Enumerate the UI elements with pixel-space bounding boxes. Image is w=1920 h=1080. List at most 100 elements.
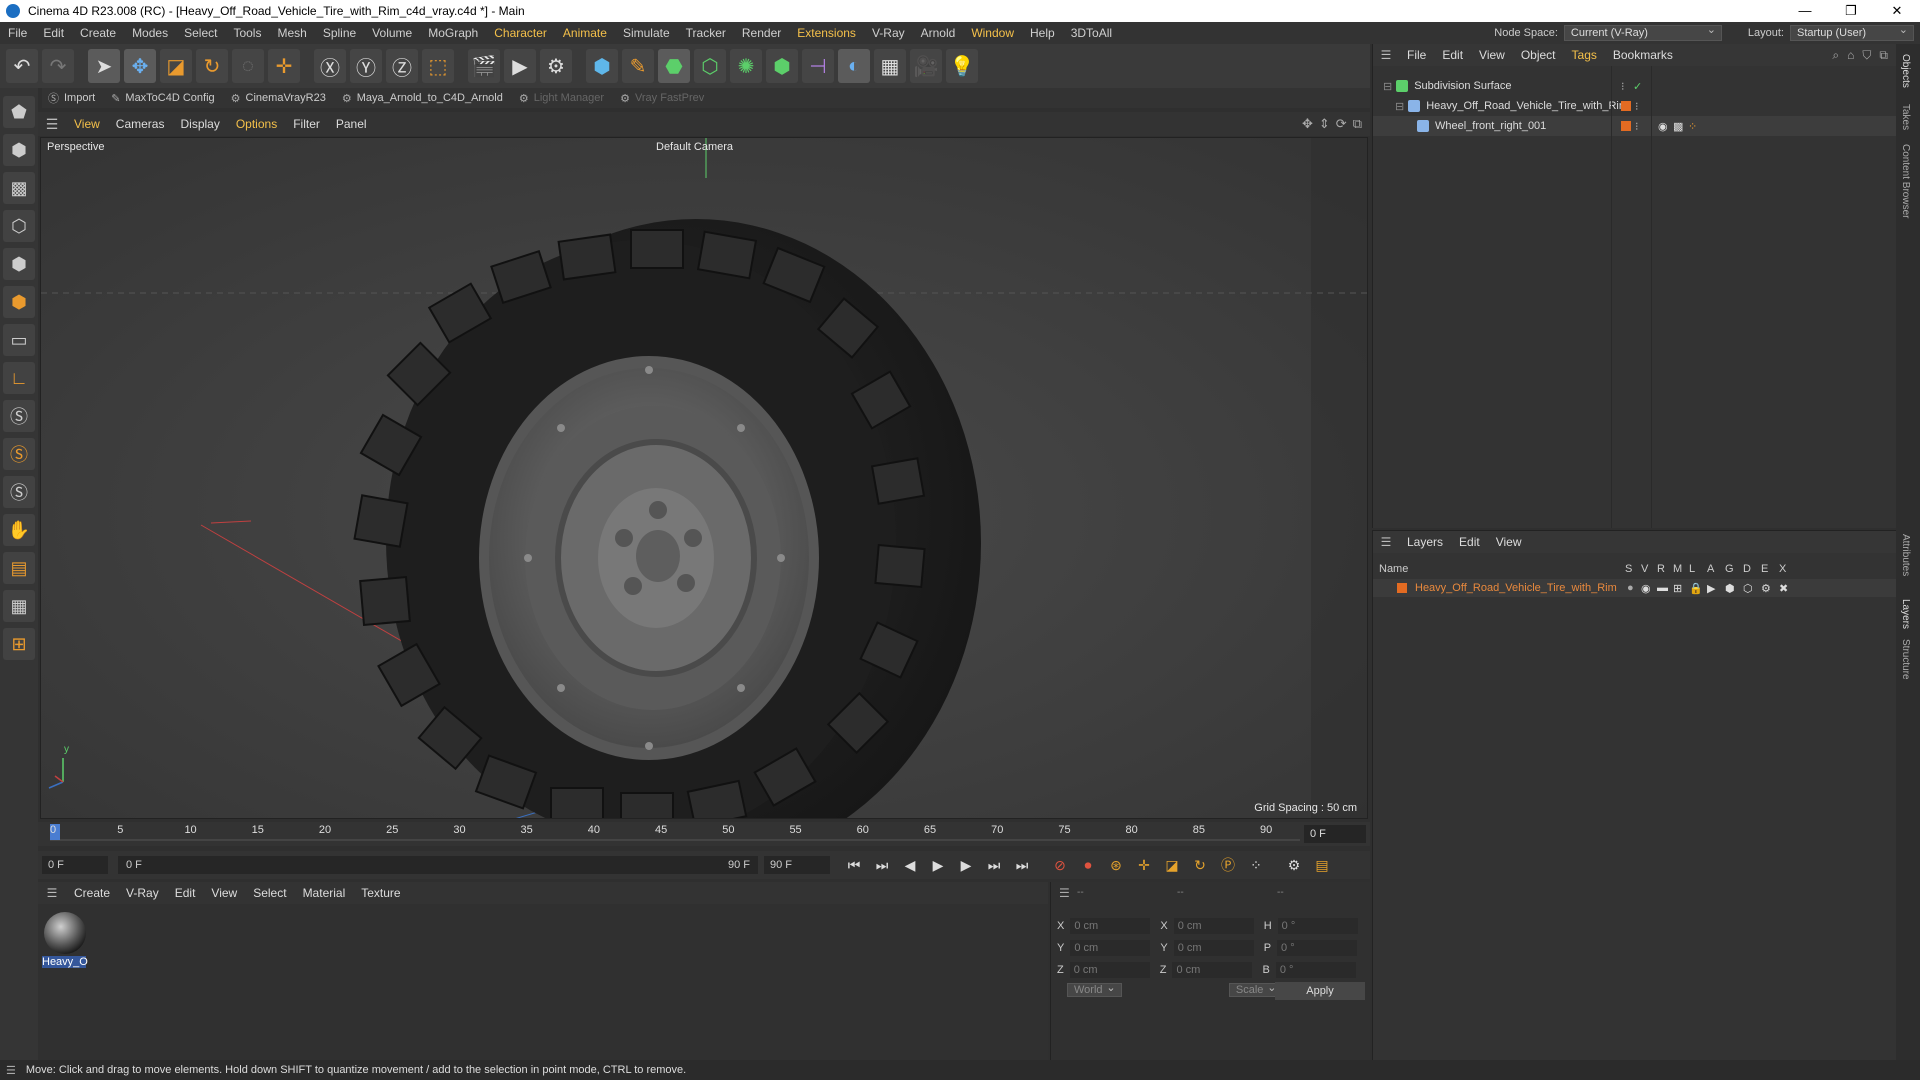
key-rotation-icon[interactable]: ↻ [1188,853,1212,877]
coordinate-system-icon[interactable]: ⬚ [422,49,454,83]
obj-menu-bookmarks[interactable]: Bookmarks [1605,48,1681,62]
menu-volume[interactable]: Volume [364,26,420,40]
menu-mesh[interactable]: Mesh [269,26,314,40]
end-frame-field[interactable]: 90 F [764,856,830,874]
axis-mode-icon[interactable]: ∟ [3,362,35,394]
mat-menu-edit[interactable]: Edit [167,886,204,900]
maximize-view-icon[interactable]: ⧉ [1353,116,1362,132]
scale-tool-icon[interactable]: ◪ [160,49,192,83]
viewport-menu-options[interactable]: Options [228,117,285,131]
render-view-icon[interactable]: ▶ [504,49,536,83]
menu-spline[interactable]: Spline [315,26,364,40]
key-scale-icon[interactable]: ◪ [1160,853,1184,877]
lock-icon[interactable]: 🔒 [1689,582,1703,595]
new-window-icon[interactable]: ⧉ [1879,48,1888,63]
visibility-dots-icon[interactable]: ⁝ [1621,80,1625,93]
layer-color-swatch[interactable] [1397,583,1407,593]
layer-menu-view[interactable]: View [1488,535,1530,549]
prev-key-icon[interactable]: ⏭ [870,853,894,877]
menu-modes[interactable]: Modes [124,26,176,40]
texture-tag-icon[interactable]: ▩ [1673,120,1683,133]
manager-icon[interactable]: ⊞ [1673,582,1682,595]
minimize-button[interactable]: — [1782,0,1828,22]
timeline-window-icon[interactable]: ▤ [1310,853,1334,877]
tweak-mode-icon[interactable]: ✋ [3,514,35,546]
pos-x-field[interactable]: 0 cm [1070,918,1151,934]
search-icon[interactable]: ⌕ [1832,48,1839,63]
record-keys-icon[interactable]: ⊘ [1048,853,1072,877]
home-icon[interactable]: ⌂ [1847,48,1854,63]
menu-arnold[interactable]: Arnold [913,26,964,40]
tire-model[interactable] [353,219,981,819]
grid-icon[interactable]: ▦ [3,590,35,622]
tab-takes[interactable]: Takes [1900,104,1911,130]
mat-menu-texture[interactable]: Texture [353,886,408,900]
texture-mode-icon[interactable]: ▩ [3,172,35,204]
rotate-tool-icon[interactable]: ↻ [196,49,228,83]
viewport-menu-filter[interactable]: Filter [285,117,328,131]
menu-vray[interactable]: V-Ray [864,26,913,40]
object-row-wheel[interactable]: Wheel_front_right_001 ⁝ ◉ ▩ ⁘ [1373,116,1897,136]
menu-create[interactable]: Create [72,26,124,40]
layer-color-swatch[interactable] [1621,101,1631,111]
mat-menu-select[interactable]: Select [245,886,294,900]
tab-attributes[interactable]: Attributes [1900,534,1911,576]
menu-3dtoall[interactable]: 3DToAll [1063,26,1120,40]
menu-file[interactable]: File [0,26,35,40]
cube-primitive-icon[interactable]: ⬢ [586,49,618,83]
hamburger-icon[interactable]: ☰ [6,1064,16,1077]
menu-help[interactable]: Help [1022,26,1063,40]
plugin-light-manager[interactable]: ⚙ Light Manager [519,92,604,105]
size-y-field[interactable]: 0 cm [1173,940,1254,956]
frame-range-slider[interactable]: 0 F 90 F [118,856,758,874]
play-icon[interactable]: ▶ [926,853,950,877]
collapse-icon[interactable]: ⊟ [1395,100,1404,113]
tab-layers[interactable]: Layers [1900,599,1911,629]
goto-start-icon[interactable]: ⏮ [842,853,866,877]
recent-tool-icon[interactable]: ◌ [232,49,264,83]
key-parameter-icon[interactable]: Ⓟ [1216,853,1240,877]
tab-objects[interactable]: Objects [1900,54,1911,88]
close-button[interactable]: ✕ [1874,0,1920,22]
viewport-menu-display[interactable]: Display [172,117,227,131]
next-key-icon[interactable]: ⏭ [982,853,1006,877]
select-arrow-icon[interactable]: ➤ [88,49,120,83]
hamburger-icon[interactable]: ☰ [1059,886,1070,900]
vray-material-tag-icon[interactable]: ◉ [1658,120,1668,133]
array-icon[interactable]: ⬢ [766,49,798,83]
mat-menu-material[interactable]: Material [295,886,354,900]
uvw-tag-icon[interactable]: ⁘ [1688,120,1697,133]
hamburger-icon[interactable]: ☰ [38,886,66,900]
material-thumbnail[interactable] [44,912,86,954]
prev-frame-icon[interactable]: ◀ [898,853,922,877]
plugin-maya-arnold[interactable]: ⚙ Maya_Arnold_to_C4D_Arnold [342,92,503,105]
mat-menu-create[interactable]: Create [66,886,118,900]
menu-simulate[interactable]: Simulate [615,26,678,40]
timeline[interactable]: 0 5 10 15 20 25 30 35 40 45 50 55 60 65 70 75 80 85 90 0 F [38,822,1370,846]
solo-icon[interactable]: ● [1627,582,1634,594]
hamburger-icon[interactable]: ☰ [38,116,66,133]
x-axis-lock-icon[interactable]: Ⓧ [314,49,346,83]
goto-end-icon[interactable]: ⏭ [1010,853,1034,877]
camera-icon[interactable]: 🎥 [910,49,942,83]
plugin-cinemavray[interactable]: ⚙ CinemaVrayR23 [231,92,326,105]
visible-eye-icon[interactable]: ◉ [1641,582,1651,595]
undo-icon[interactable]: ↶ [6,49,38,83]
enabled-check-icon[interactable]: ✓ [1633,80,1642,93]
extrude-generator-icon[interactable]: ⬡ [694,49,726,83]
animation-icon[interactable]: ▶ [1707,582,1715,595]
redo-icon[interactable]: ↷ [42,49,74,83]
deformers-icon[interactable]: ⬡ [1743,582,1753,595]
apply-button[interactable]: Apply [1275,982,1365,1000]
coord-space-dropdown[interactable]: World [1067,983,1122,997]
viewport-camera-label[interactable]: Default Camera [656,141,733,153]
xref-icon[interactable]: ✖ [1779,582,1788,595]
material-name[interactable]: Heavy_O [42,956,88,968]
generators-icon[interactable]: ⬢ [1725,582,1735,595]
y-axis-lock-icon[interactable]: Ⓨ [350,49,382,83]
filter-icon[interactable]: ⛉ [1862,48,1871,63]
quantize-icon[interactable]: Ⓢ [3,476,35,508]
obj-menu-view[interactable]: View [1471,48,1513,62]
obj-menu-object[interactable]: Object [1513,48,1564,62]
plugin-import[interactable]: Ⓢ Import [48,90,95,106]
